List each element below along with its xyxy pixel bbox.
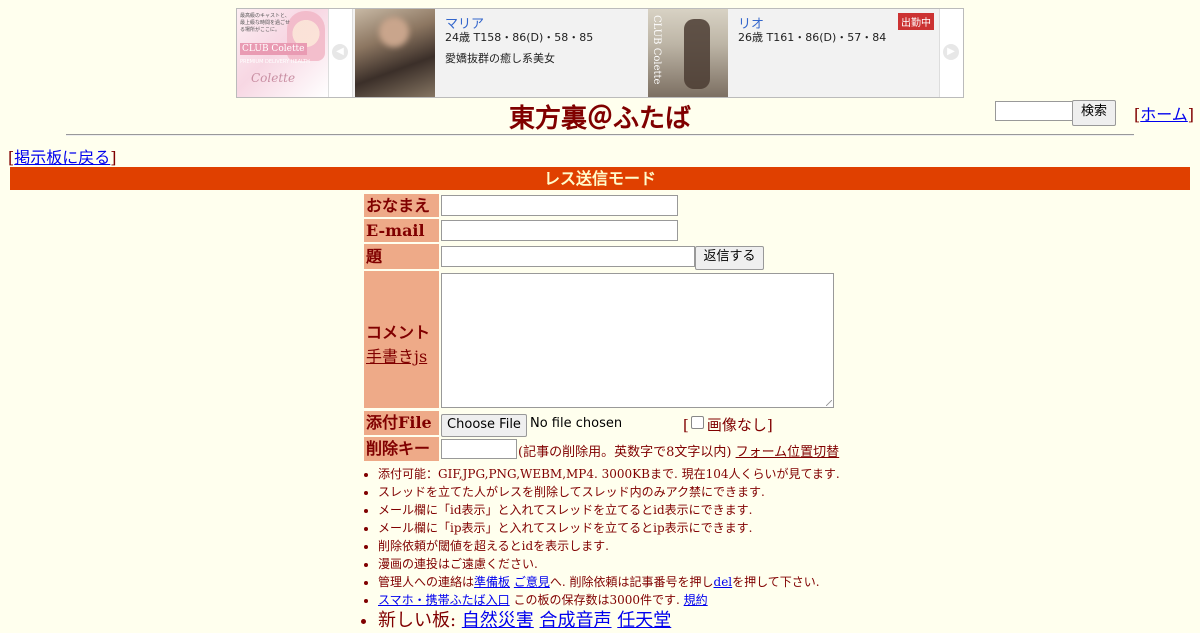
list-item: スレッドを立てた人がレスを削除してスレッド内のみアク禁にできます.	[378, 483, 840, 501]
list-item: 漫画の連投はご遠慮ください.	[378, 555, 840, 573]
chevron-left-icon: ◀	[332, 44, 348, 60]
comment-label: コメント	[366, 323, 431, 342]
header-divider	[66, 134, 1134, 136]
search-button[interactable]: 検索	[1072, 100, 1116, 126]
no-image-option: [ 画像なし]	[683, 414, 773, 435]
list-item: メール欄に「ip表示」と入れてスレッドを立てるとip表示にできます.	[378, 519, 840, 537]
email-field[interactable]	[441, 220, 678, 241]
delete-key-note: (記事の削除用。英数字で8文字以内)	[518, 445, 732, 460]
new-boards-label: 新しい板:	[378, 610, 462, 631]
contact-text: へ. 削除依頼は記事番号を押し	[549, 575, 714, 589]
on-duty-badge: 出勤中	[898, 13, 934, 30]
home-link-container: [ホーム]	[1134, 101, 1194, 125]
banner-prev-button[interactable]: ◀	[328, 9, 353, 97]
bracket-close: ]	[766, 416, 773, 434]
reply-mode-bar: レス送信モード	[10, 167, 1190, 190]
back-to-board-link[interactable]: 掲示板に戻る	[14, 148, 110, 167]
chevron-right-icon: ▶	[943, 44, 959, 60]
terms-link[interactable]: 規約	[684, 593, 708, 607]
delete-key-note-row: (記事の削除用。英数字で8文字以内) フォーム位置切替	[518, 441, 839, 460]
subject-label: 題 名	[364, 244, 439, 291]
email-label: E-mail	[364, 219, 439, 242]
banner-next-button[interactable]: ▶	[939, 9, 963, 97]
mobile-entrance-link[interactable]: スマホ・携帯ふたば入口	[378, 593, 510, 607]
subject-field[interactable]	[441, 246, 695, 267]
ad-card-catch: 愛嬌抜群の癒し系美女	[445, 52, 555, 65]
contact-text: を押して下さい.	[732, 575, 820, 589]
form-position-toggle-link[interactable]: フォーム位置切替	[736, 445, 840, 460]
contact-text: 管理人への連絡は	[378, 575, 475, 589]
choose-file-button[interactable]: Choose File	[441, 414, 527, 437]
no-image-checkbox[interactable]	[690, 416, 704, 429]
home-link[interactable]: ホーム	[1140, 105, 1188, 124]
delete-key-label: 削除キー	[364, 437, 439, 461]
resize-grip-icon[interactable]	[826, 400, 832, 406]
back-link-container: [掲示板に戻る]	[8, 144, 117, 168]
banner-logo-sub: PREMIUM DELIVERY HEALTH	[240, 59, 310, 65]
ad-card-photo-text: CLUB Colette	[651, 15, 662, 85]
ad-card[interactable]: CLUB Colette リオ 26歳 T161・86(D)・57・84 出勤中	[648, 9, 938, 97]
ad-card[interactable]: マリア 24歳 T158・86(D)・58・85 愛嬌抜群の癒し系美女	[355, 9, 645, 97]
comment-textarea[interactable]	[441, 273, 834, 408]
ad-card-photo: CLUB Colette	[648, 9, 728, 97]
file-status: No file chosen	[530, 416, 623, 431]
ad-banner[interactable]: 最高級のキャストと、最上級な時間を過ごせる場所がここに。 CLUB Colett…	[236, 8, 964, 98]
handwriting-js-link[interactable]: 手書きjs	[366, 347, 427, 366]
new-board-link[interactable]: 任天堂	[617, 610, 671, 631]
list-item: 削除依頼が閾値を超えるとidを表示します.	[378, 537, 840, 555]
name-field[interactable]	[441, 195, 678, 216]
del-link[interactable]: del	[714, 575, 733, 589]
bracket-close: ]	[1187, 105, 1195, 124]
ad-card-photo	[355, 9, 435, 97]
list-item: スマホ・携帯ふたば入口 この板の保存数は3000件です. 規約	[378, 591, 840, 609]
banner-logo[interactable]: 最高級のキャストと、最上級な時間を過ごせる場所がここに。 CLUB Colett…	[237, 9, 329, 97]
ad-card-stats: 26歳 T161・86(D)・57・84	[738, 31, 887, 44]
file-label: 添付File	[364, 411, 439, 435]
comment-label-cell: コメント 手書きjs	[364, 271, 439, 408]
retention-text: この板の保存数は3000件です.	[509, 593, 684, 607]
list-item: メール欄に「id表示」と入れてスレッドを立てるとid表示にできます.	[378, 501, 840, 519]
feedback-link[interactable]: ご意見	[514, 575, 550, 589]
list-item: 管理人への連絡は準備板 ご意見へ. 削除依頼は記事番号を押しdelを押して下さい…	[378, 573, 840, 591]
new-board-link[interactable]: 自然災害	[462, 610, 534, 631]
board-rules-list: 添付可能：GIF,JPG,PNG,WEBM,MP4. 3000KBまで. 現在1…	[362, 465, 840, 633]
banner-logo-script: Colette	[251, 71, 296, 85]
search-input[interactable]	[995, 101, 1077, 121]
name-label: おなまえ	[364, 194, 439, 217]
delete-key-field[interactable]	[441, 439, 517, 459]
comment-label-inner: コメント 手書きjs	[366, 319, 430, 367]
banner-logo-tagline: 最高級のキャストと、最上級な時間を過ごせる場所がここに。	[240, 13, 291, 33]
bracket-open: [	[683, 416, 689, 434]
prep-board-link[interactable]: 準備板	[474, 575, 510, 589]
submit-reply-button[interactable]: 返信する	[695, 246, 764, 270]
no-image-label: 画像なし	[706, 416, 767, 434]
new-board-link[interactable]: 合成音声	[540, 610, 612, 631]
banner-logo-brand: CLUB Colette	[240, 43, 307, 55]
list-item: 添付可能：GIF,JPG,PNG,WEBM,MP4. 3000KBまで. 現在1…	[378, 465, 840, 483]
bracket-close: ]	[110, 148, 117, 167]
list-item: 新しい板: 自然災害 合成音声 任天堂	[378, 609, 840, 633]
ad-card-stats: 24歳 T158・86(D)・58・85	[445, 31, 594, 44]
